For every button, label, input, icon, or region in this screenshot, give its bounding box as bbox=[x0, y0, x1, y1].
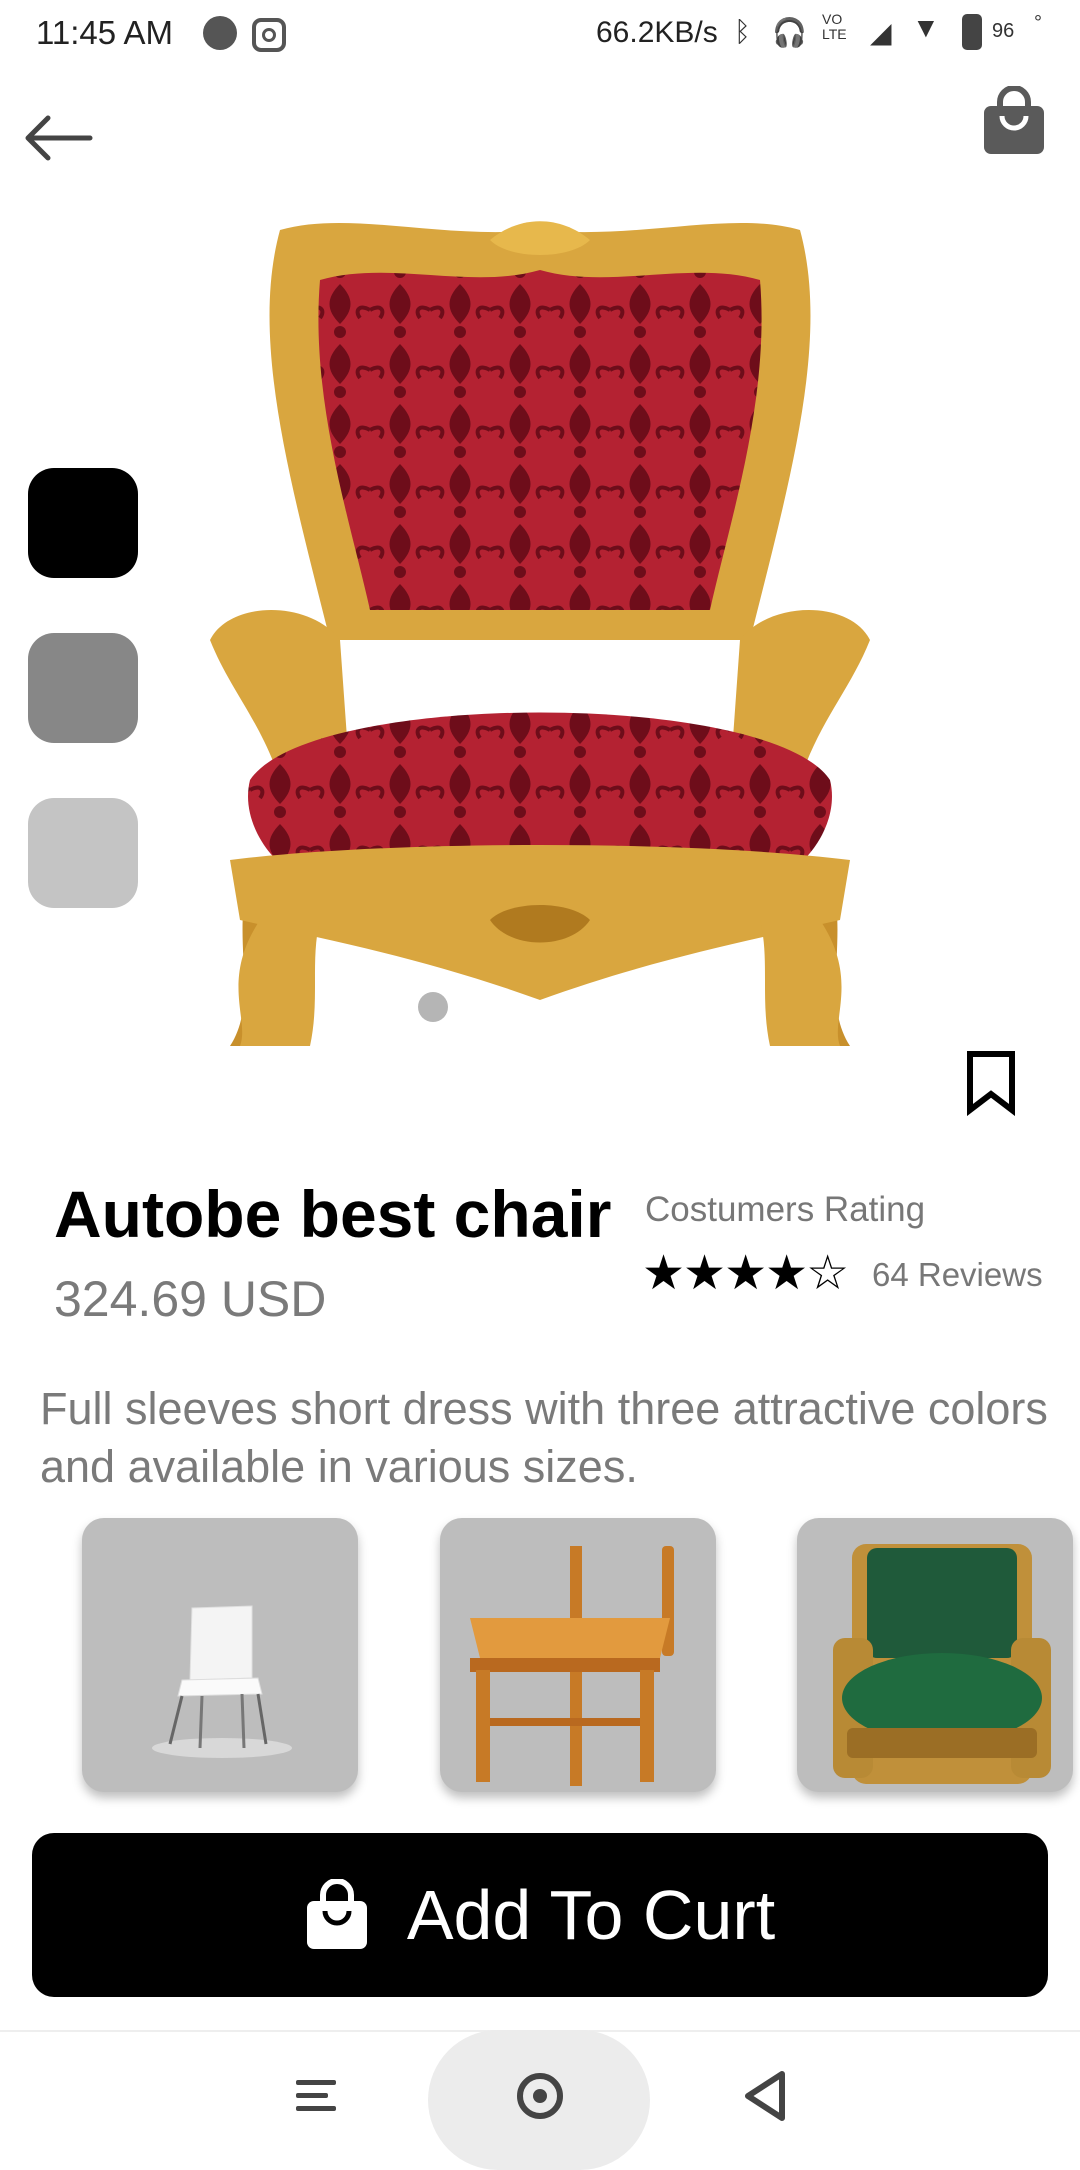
nav-home-button[interactable] bbox=[514, 2070, 566, 2122]
related-product-card[interactable] bbox=[82, 1518, 358, 1792]
battery-icon bbox=[962, 14, 982, 50]
menu-icon bbox=[296, 2080, 336, 2111]
carousel-indicator-dot bbox=[418, 992, 448, 1022]
product-description: Full sleeves short dress with three attr… bbox=[40, 1383, 1048, 1492]
instagram-icon bbox=[252, 18, 286, 52]
status-bar: 11:45 AM 66.2KB/s ᛒ 🎧 VO LTE ◢ ▼ 96 ° bbox=[0, 0, 1080, 66]
back-button[interactable] bbox=[20, 108, 100, 168]
signal-icon: ◢ bbox=[870, 17, 892, 48]
add-to-cart-button[interactable]: Add To Curt bbox=[32, 1833, 1048, 1997]
rating-label: Costumers Rating bbox=[645, 1190, 926, 1229]
bookmark-button[interactable] bbox=[960, 1050, 1022, 1117]
related-product-card[interactable] bbox=[440, 1518, 716, 1792]
wifi-icon: ▼ bbox=[912, 12, 940, 43]
nav-recents-button[interactable] bbox=[294, 2074, 338, 2118]
reviews-count[interactable]: 64 Reviews bbox=[872, 1256, 1043, 1294]
product-image bbox=[210, 221, 870, 1046]
color-swatch-black[interactable] bbox=[28, 468, 138, 578]
color-swatch-gray[interactable] bbox=[28, 633, 138, 743]
notification-dot-icon: ° bbox=[1034, 12, 1042, 34]
nav-back-button[interactable] bbox=[740, 2068, 790, 2124]
headphones-icon: 🎧 bbox=[772, 17, 807, 48]
related-product-card[interactable] bbox=[797, 1518, 1073, 1792]
volte-indicator: VO LTE bbox=[822, 11, 847, 42]
shopping-bag-button[interactable] bbox=[982, 85, 1046, 156]
shopping-bag-icon bbox=[306, 1879, 367, 1949]
product-price: 324.69 USD bbox=[54, 1271, 327, 1327]
bluetooth-icon: ᛒ bbox=[734, 16, 751, 47]
bookmark-icon bbox=[967, 1051, 1015, 1117]
arrow-left-icon bbox=[25, 115, 93, 161]
shopping-bag-icon bbox=[984, 85, 1044, 154]
rating-stars: ★★★★☆ bbox=[642, 1247, 849, 1300]
white-chair-thumbnail bbox=[152, 1605, 292, 1758]
back-triangle-icon bbox=[745, 2071, 785, 2121]
add-to-cart-label: Add To Curt bbox=[406, 1876, 776, 1954]
product-title: Autobe best chair bbox=[54, 1177, 612, 1251]
battery-percentage: 96 bbox=[992, 20, 1015, 42]
wooden-chair-thumbnail bbox=[470, 1546, 674, 1786]
color-swatch-light-gray[interactable] bbox=[28, 798, 138, 908]
green-throne-thumbnail bbox=[833, 1544, 1051, 1784]
status-time: 11:45 AM bbox=[36, 14, 173, 51]
whatsapp-icon bbox=[203, 16, 237, 50]
network-speed: 66.2KB/s bbox=[596, 16, 718, 49]
home-circle-icon bbox=[517, 2073, 563, 2119]
